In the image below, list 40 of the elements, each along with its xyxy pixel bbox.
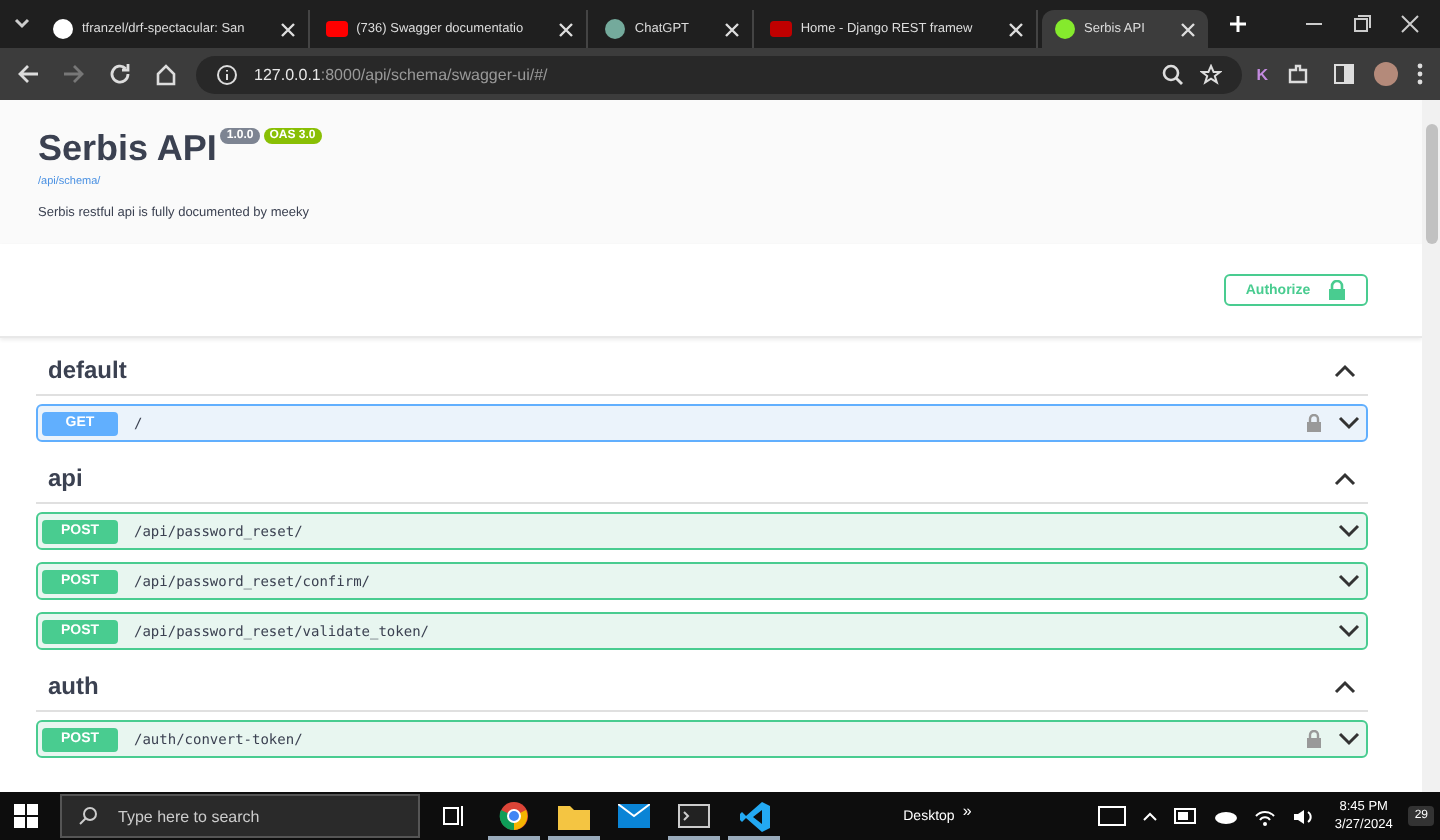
collapse-chevron-icon[interactable] <box>1334 471 1356 485</box>
menu-icon[interactable] <box>1412 62 1428 86</box>
close-tab-icon[interactable] <box>558 21 575 37</box>
address-bar[interactable]: 127.0.0.1:8000/api/schema/swagger-ui/#/ <box>196 55 1243 93</box>
scrollbar-thumb[interactable] <box>1425 124 1437 244</box>
expand-chevron-icon[interactable] <box>1338 574 1360 588</box>
collapse-chevron-icon[interactable] <box>1334 363 1356 377</box>
favicon-icon <box>1054 18 1077 40</box>
site-info-icon[interactable] <box>216 63 238 85</box>
search-input[interactable]: Type here to search <box>114 805 402 827</box>
lock-icon[interactable] <box>1306 414 1322 432</box>
expand-chevron-icon[interactable] <box>1338 416 1360 430</box>
expand-chevron-icon[interactable] <box>1338 732 1360 746</box>
close-tab-icon[interactable] <box>280 21 297 37</box>
close-tab-icon[interactable] <box>724 21 741 37</box>
section-header[interactable]: auth <box>36 662 1368 712</box>
favicon-icon <box>52 18 74 40</box>
close-tab-icon[interactable] <box>1180 21 1197 37</box>
favicon-icon <box>770 18 793 40</box>
favicon-icon <box>326 18 349 40</box>
api-title: Serbis API <box>38 128 217 170</box>
search-icon <box>78 806 98 826</box>
expand-chevron-icon[interactable] <box>1338 624 1360 638</box>
side-panel-icon[interactable] <box>1328 62 1360 86</box>
collapse-chevron-icon[interactable] <box>1334 679 1356 693</box>
tray-app-icon[interactable] <box>1094 806 1131 826</box>
section-header[interactable]: default <box>36 346 1368 396</box>
close-tab-icon[interactable] <box>1008 21 1025 37</box>
bookmark-star-icon[interactable] <box>1200 63 1223 85</box>
favicon-icon <box>604 18 627 40</box>
taskbar-search-field[interactable]: Type here to search <box>60 794 420 838</box>
lock-icon <box>1328 280 1347 300</box>
zoom-icon[interactable] <box>1162 63 1185 85</box>
extension-letter[interactable]: K <box>1256 65 1268 83</box>
lock-icon[interactable] <box>1306 730 1322 748</box>
toolbar-expand-chevron[interactable]: » <box>962 801 972 819</box>
avatar-icon[interactable] <box>1374 62 1398 86</box>
expand-chevron-icon[interactable] <box>1338 524 1360 538</box>
section-header[interactable]: api <box>36 454 1368 504</box>
wifi-icon[interactable] <box>1250 807 1281 825</box>
